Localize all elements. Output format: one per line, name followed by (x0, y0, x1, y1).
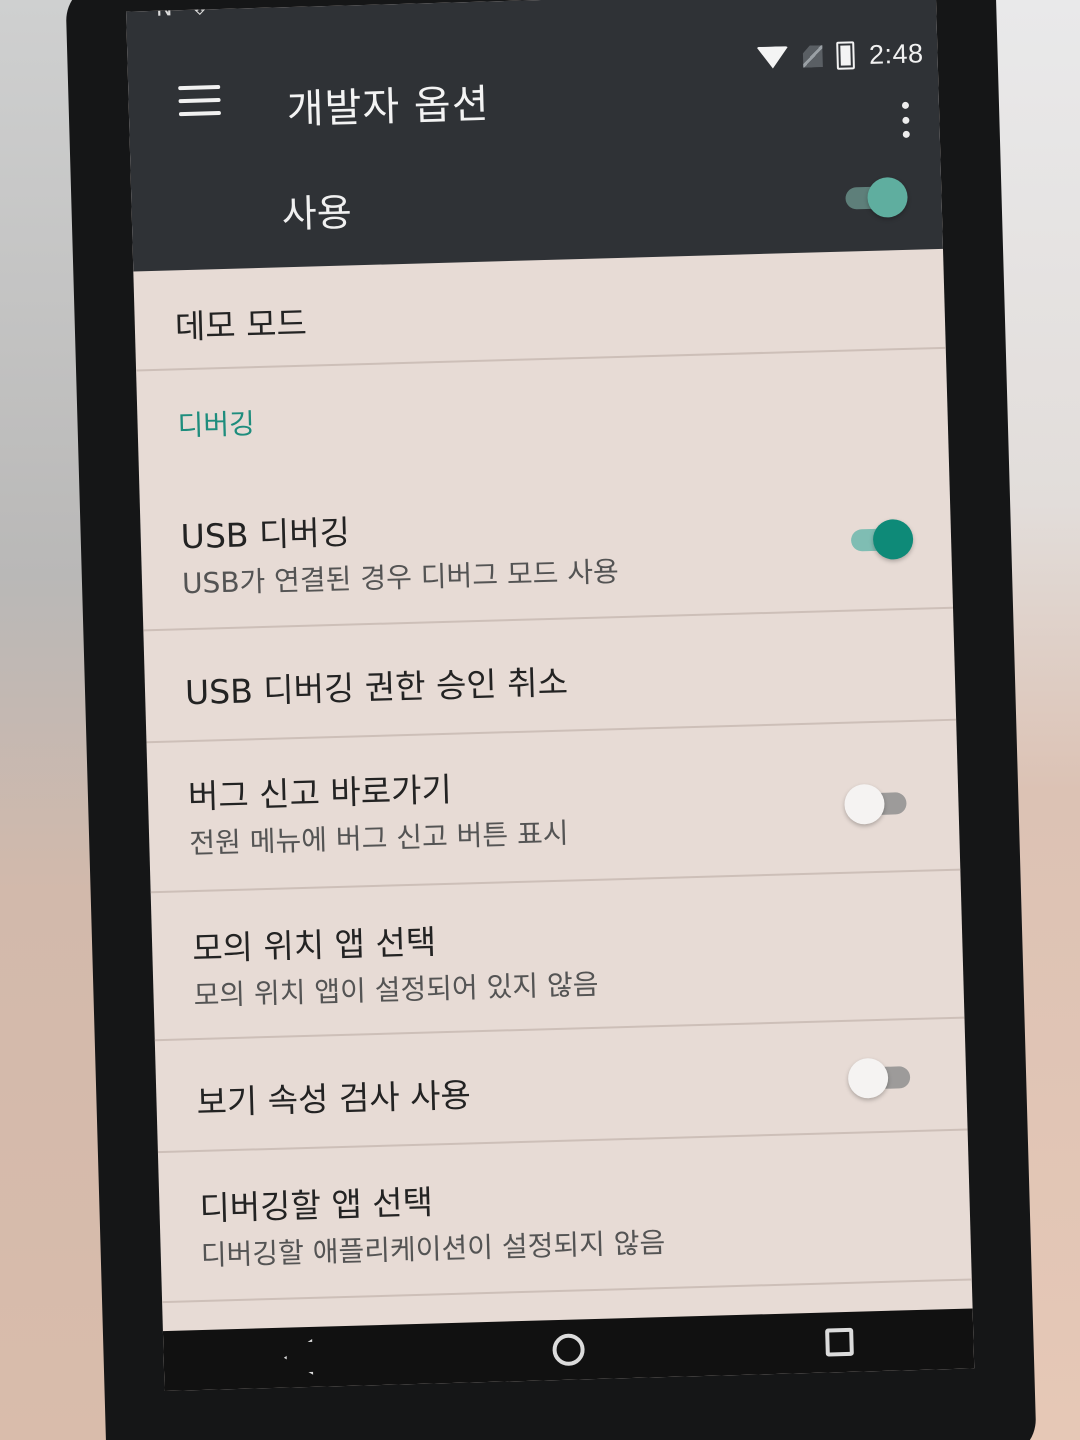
status-bar: 2:48 (756, 33, 924, 78)
download-icon: ⇩ (190, 0, 210, 21)
list-item-title: 디버깅할 앱 선택 (198, 1182, 434, 1228)
app-header: N ⇩ 2:48 개발자 옵션 사용 (126, 0, 943, 272)
list-item-title: USB 디버깅 권한 승인 취소 (184, 662, 569, 713)
notification-icon: N (155, 0, 173, 22)
no-sim-icon (803, 45, 824, 68)
battery-charging-icon (836, 41, 856, 70)
phone-frame: N ⇩ 2:48 개발자 옵션 사용 데모 모드 디버깅 USB 디버깅 USB… (65, 0, 1037, 1440)
list-item-title: USB 디버깅 (180, 512, 351, 557)
usb-debugging-toggle[interactable] (850, 518, 914, 560)
more-vert-icon[interactable] (899, 101, 912, 138)
settings-list: 데모 모드 디버깅 USB 디버깅 USB가 연결된 경우 디버그 모드 사용 … (133, 248, 972, 1304)
screen: N ⇩ 2:48 개발자 옵션 사용 데모 모드 디버깅 USB 디버깅 USB… (126, 0, 975, 1392)
notification-icons: N ⇩ (156, 0, 210, 22)
status-time: 2:48 (868, 37, 924, 70)
master-switch-label: 사용 (281, 190, 353, 237)
home-icon[interactable] (552, 1333, 586, 1367)
list-item-summary: USB가 연결된 경우 디버그 모드 사용 (181, 555, 620, 601)
hamburger-menu-icon[interactable] (178, 84, 221, 117)
wifi-icon (756, 46, 790, 69)
list-item-title: 버그 신고 바로가기 (187, 769, 453, 817)
list-item-title: 데모 모드 (174, 303, 308, 347)
list-item-summary: 모의 위치 앱이 설정되어 있지 않음 (193, 967, 600, 1013)
list-item-summary: 디버깅할 애플리케이션이 설정되지 않음 (200, 1226, 666, 1272)
master-switch-toggle[interactable] (845, 176, 909, 218)
back-icon[interactable] (283, 1339, 313, 1376)
list-item-title: 모의 위치 앱 선택 (191, 922, 437, 969)
list-item-bug-report-shortcut[interactable]: 버그 신고 바로가기 전원 메뉴에 버그 신고 버튼 표시 (146, 720, 961, 894)
section-header-label: 디버깅 (177, 407, 256, 443)
recents-icon[interactable] (824, 1327, 854, 1357)
list-item-usb-debugging[interactable]: USB 디버깅 USB가 연결된 경우 디버그 모드 사용 (139, 458, 954, 632)
list-item-summary: 전원 메뉴에 버그 신고 버튼 표시 (188, 816, 570, 861)
list-item-debug-app[interactable]: 디버깅할 앱 선택 디버깅할 애플리케이션이 설정되지 않음 (157, 1130, 972, 1304)
list-item-title: 보기 속성 검사 사용 (195, 1075, 472, 1123)
navigation-bar (162, 1308, 975, 1392)
list-item-mock-location-app[interactable]: 모의 위치 앱 선택 모의 위치 앱이 설정되어 있지 않음 (150, 870, 965, 1042)
view-attribute-toggle[interactable] (847, 1057, 911, 1099)
bug-report-toggle[interactable] (843, 783, 907, 825)
page-title: 개발자 옵션 (286, 81, 491, 134)
